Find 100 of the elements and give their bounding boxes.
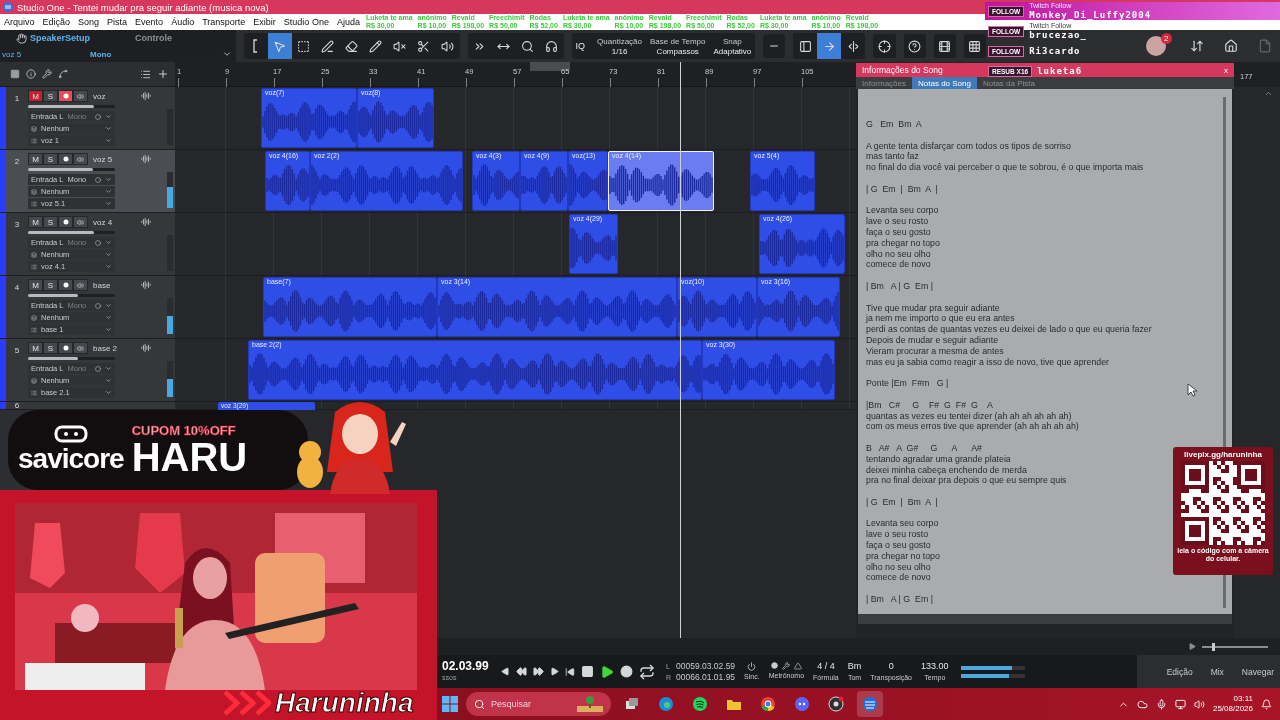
qr-url: livepix.gg/haruninha (1184, 450, 1262, 459)
stop-icon (581, 665, 594, 678)
daw-app-icon[interactable] (857, 691, 883, 717)
solo-button[interactable]: S (43, 90, 58, 102)
start-icon[interactable] (442, 696, 458, 712)
film-button[interactable] (933, 34, 956, 58)
transport-value[interactable]: 133.00 (921, 660, 949, 672)
track-header[interactable]: 6 (0, 402, 175, 410)
record-arm-button[interactable] (58, 90, 73, 102)
monitor-icon[interactable] (1174, 698, 1186, 710)
view-button[interactable]: Mix (1210, 666, 1224, 677)
mute-button[interactable]: M (28, 342, 43, 354)
track-name[interactable]: base (93, 280, 141, 290)
track-name[interactable]: base 2 (93, 343, 141, 353)
track-name[interactable]: voz 5 (93, 154, 141, 164)
user-avatar[interactable] (1146, 36, 1167, 56)
grid-button[interactable] (963, 34, 987, 58)
volume-slider[interactable] (28, 294, 115, 297)
zoom-thumb[interactable] (1211, 642, 1215, 651)
menu-item[interactable]: Transporte (198, 17, 250, 27)
channel-mode-dropdown[interactable]: Mono (90, 49, 135, 59)
note-line: perdi as contas de quantas vezes eu deixei de lado o que eu queria fazer (866, 324, 1152, 335)
scroll-up-icon[interactable] (1264, 89, 1273, 98)
arrow-tool-button[interactable] (267, 33, 292, 59)
transport-value[interactable]: 4 / 4 (817, 660, 835, 672)
volume-slider[interactable] (28, 105, 115, 108)
transport-value[interactable]: 0 (888, 660, 894, 672)
monitor-button[interactable] (73, 153, 88, 165)
wrench-icon[interactable] (42, 69, 52, 79)
solo-button[interactable]: S (43, 279, 58, 291)
selector-dropdown[interactable]: 1/16 (611, 47, 628, 56)
menu-item[interactable]: Exibir (249, 17, 280, 27)
metronome-icon[interactable] (793, 662, 802, 670)
mute-button[interactable]: M (28, 279, 43, 291)
menu-item[interactable]: Studio One (279, 17, 333, 27)
menu-item[interactable]: Edição (38, 17, 75, 27)
mute-button[interactable]: M (28, 153, 43, 165)
wrench-icon[interactable] (781, 662, 790, 670)
transport-value[interactable]: Bm (847, 660, 862, 672)
loop-marker[interactable] (530, 62, 570, 71)
zoom-slider[interactable] (1202, 645, 1268, 648)
device-name[interactable]: SpeakerSetup (30, 33, 90, 43)
solo-button[interactable]: S (43, 216, 58, 228)
volume-slider[interactable] (28, 357, 115, 360)
tab[interactable]: Notas da Pista (976, 77, 1041, 89)
clock[interactable]: 03:11 25/08/2026 (1212, 694, 1253, 714)
track-name[interactable]: voz (93, 91, 141, 101)
square-icon[interactable] (10, 69, 20, 79)
notification-icon[interactable] (1261, 698, 1272, 710)
crosshair-button[interactable] (873, 34, 896, 58)
menu-item[interactable]: Arquivo (0, 17, 39, 27)
note-line: quantas as vezes eu tentei dizer (ah ah ah ah ah ah) (866, 410, 1072, 422)
cloud-icon[interactable] (1136, 698, 1148, 710)
monitor-button[interactable] (73, 279, 88, 291)
info-icon[interactable] (26, 69, 36, 79)
monitor-button[interactable] (73, 342, 88, 354)
solo-button[interactable]: S (43, 153, 58, 165)
list-icon[interactable] (140, 68, 151, 80)
volume-slider[interactable] (28, 168, 115, 171)
record-arm-button[interactable] (58, 342, 73, 354)
bracket-icon (253, 39, 259, 53)
curve-icon[interactable] (58, 69, 68, 79)
record-arm-button[interactable] (58, 279, 73, 291)
iq-button[interactable]: IQ (575, 41, 586, 51)
collapse-button[interactable] (763, 34, 786, 58)
volume-icon[interactable] (1193, 698, 1205, 710)
mute-button[interactable]: M (28, 90, 43, 102)
follow-button[interactable] (817, 33, 842, 59)
volume-slider[interactable] (28, 231, 115, 234)
tab[interactable]: Informações (856, 77, 913, 89)
monitor-button[interactable] (73, 90, 88, 102)
view-button[interactable]: Navegar (1241, 666, 1274, 677)
add-icon[interactable] (157, 68, 169, 80)
search-field[interactable]: Pesquisar (466, 692, 611, 716)
solo-button[interactable]: S (43, 342, 58, 354)
menu-item[interactable]: Áudio (167, 17, 199, 27)
menu-item[interactable]: Song (74, 17, 104, 27)
microphone-icon[interactable] (1155, 698, 1167, 710)
record-button[interactable] (617, 665, 636, 678)
record-arm-button[interactable] (58, 153, 73, 165)
monitor-button[interactable] (73, 216, 88, 228)
selector-dropdown[interactable]: Adaptativo (713, 47, 752, 56)
record-arm-button[interactable] (58, 216, 73, 228)
fast-forward-button[interactable] (530, 666, 547, 677)
track-name[interactable]: voz 4 (93, 217, 141, 227)
help-button[interactable] (903, 34, 926, 58)
caret-icon[interactable] (221, 49, 232, 59)
tab[interactable]: Notas do Song (912, 77, 977, 89)
mute-button[interactable]: M (28, 216, 43, 228)
menu-item[interactable]: Pista (103, 17, 132, 27)
rewind-button[interactable] (513, 666, 530, 677)
menu-item[interactable]: Ajuda (332, 17, 364, 27)
dot-icon (62, 345, 69, 351)
power-icon[interactable] (747, 661, 757, 671)
close-button[interactable]: x (1224, 65, 1228, 75)
view-button[interactable]: Edição (1166, 666, 1193, 677)
speaker-icon (77, 218, 84, 226)
selector-dropdown[interactable]: Compassos (656, 47, 699, 56)
menu-item[interactable]: Evento (131, 17, 168, 27)
dot-icon[interactable] (770, 662, 778, 669)
